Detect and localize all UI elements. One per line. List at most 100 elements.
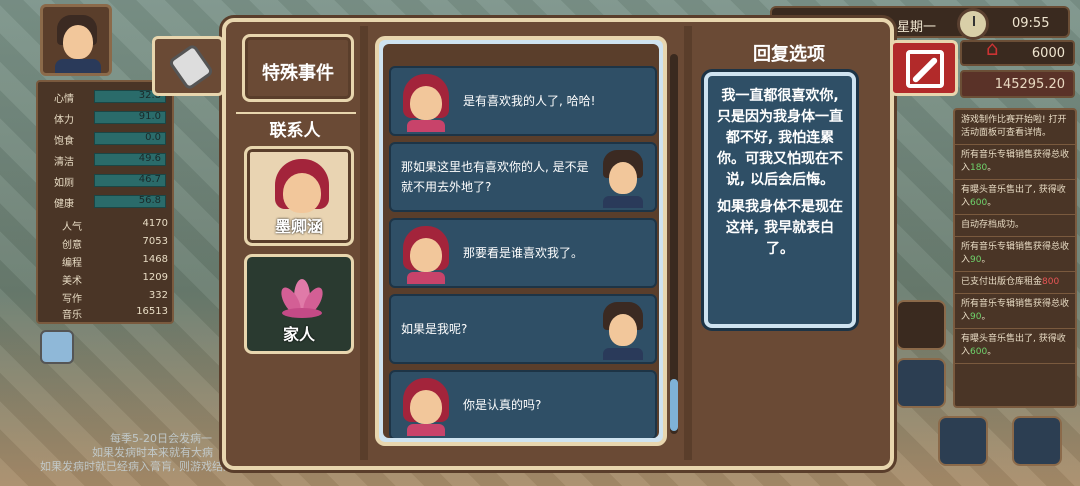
chat-scrollbar-thumb[interactable] (670, 379, 678, 431)
reply-panel: 回复选项 我一直都很喜欢你, 只是因为我身体一直都不好, 我怕连累你。可我又怕现… (696, 30, 882, 458)
log-item: 有曝头音乐售出了, 获得收入600。 (955, 180, 1075, 215)
event-log: 游戏制作比赛开始啦! 打开活动面板可查看详情。 所有音乐专辑销售获得总收入180… (953, 108, 1077, 408)
log-item: 所有音乐专辑销售获得总收入90。 (955, 237, 1075, 272)
money-display: 145295.20 (960, 70, 1075, 98)
log-item: 所有音乐专辑销售获得总收入180。 (955, 145, 1075, 180)
stat-row: 饱食 0.0 (54, 132, 174, 147)
sender-avatar (401, 378, 451, 436)
log-suffix: 。 (981, 255, 991, 265)
log-amount: 90 (970, 312, 982, 322)
attr-label: 音乐 (62, 310, 82, 321)
log-text: 自动存档成功。 (961, 220, 1025, 230)
attr-value: 1209 (142, 272, 168, 283)
attr-row: 人气 4170 (62, 218, 172, 233)
stat-value: 56.8 (138, 195, 161, 206)
message-bubble-incoming: 那要看是谁喜欢我了。 (389, 218, 657, 288)
contact-avatar-face (283, 173, 321, 213)
attr-label: 写作 (62, 294, 82, 305)
message-text: 如果是我呢? (401, 322, 468, 336)
contacts-divider (236, 112, 356, 114)
contact-name: 墨卿涵 (274, 217, 323, 236)
stat-bar: 49.6 (94, 153, 166, 166)
time-label: 09:55 (1012, 16, 1050, 31)
wrench-icon[interactable] (1012, 416, 1062, 466)
player-avatar-small (597, 150, 649, 208)
log-item: 所有音乐专辑销售获得总收入90。 (955, 294, 1075, 329)
log-item: 自动存档成功。 (955, 215, 1075, 237)
special-events-label: 特殊事件 (262, 63, 334, 84)
log-amount: 600 (970, 347, 988, 357)
stat-value: 49.6 (138, 153, 161, 164)
log-suffix: 。 (981, 312, 991, 322)
message-bubble-outgoing: 那如果这里也有喜欢你的人, 是不是就不用去外地了? (389, 142, 657, 212)
avatar-face (63, 25, 93, 59)
log-suffix: 。 (987, 198, 997, 208)
attr-value: 16513 (136, 306, 168, 317)
contact-name: 家人 (282, 325, 315, 344)
message-text: 那如果这里也有喜欢你的人, 是不是就不用去外地了? (401, 160, 589, 194)
attr-value: 1468 (142, 254, 168, 265)
chat-history[interactable]: 是有喜欢我的人了, 哈哈! 那如果这里也有喜欢你的人, 是不是就不用去外地了? … (383, 44, 659, 438)
contacts-heading: 联系人 (269, 121, 321, 141)
stat-label: 体力 (54, 115, 74, 126)
luggage-icon[interactable] (896, 358, 946, 408)
log-item: 有曝头音乐售出了, 获得收入600。 (955, 329, 1075, 364)
message-bubble-incoming: 是有喜欢我的人了, 哈哈! (389, 66, 657, 136)
reply-option-text: 如果我身体不是现在这样, 我早就表白了。 (717, 199, 843, 257)
column-divider (360, 26, 368, 460)
attr-label: 美术 (62, 276, 82, 287)
chat-frame: 是有喜欢我的人了, 哈哈! 那如果这里也有喜欢你的人, 是不是就不用去外地了? … (375, 36, 667, 446)
log-suffix: 。 (987, 163, 997, 173)
lotus-icon (277, 273, 327, 319)
message-bubble-incoming: 你是认真的吗? (389, 370, 657, 438)
clock-icon (957, 8, 989, 40)
column-divider (684, 26, 692, 460)
attr-label: 编程 (62, 258, 82, 269)
attr-value: 332 (148, 290, 168, 301)
message-text: 是有喜欢我的人了, 哈哈! (463, 94, 596, 108)
stat-label: 心情 (54, 94, 74, 105)
message-text: 那要看是谁喜欢我了。 (463, 246, 584, 260)
contact-item-moqinghan[interactable]: 墨卿涵 (244, 146, 354, 246)
close-button[interactable] (890, 40, 958, 96)
stat-value: 46.7 (138, 174, 161, 185)
stat-label: 清洁 (54, 157, 74, 168)
house-value: 6000 (960, 40, 1075, 66)
attr-value: 7053 (142, 236, 168, 247)
reply-option-button[interactable]: 我一直都很喜欢你, 只是因为我身体一直都不好, 我怕连累你。可我又怕现在不说, … (704, 72, 856, 328)
pencil-icon[interactable] (938, 416, 988, 466)
log-amount: 180 (970, 163, 988, 173)
money-label: 145295.20 (994, 77, 1065, 92)
stat-row: 体力 91.0 (54, 111, 174, 126)
attr-row: 写作 332 (62, 290, 172, 305)
phone-tab[interactable] (152, 36, 224, 96)
player-avatar-small (597, 302, 649, 360)
log-item: 游戏制作比赛开始啦! 打开活动面板可查看详情。 (955, 110, 1075, 145)
stat-row: 健康 56.8 (54, 195, 174, 210)
reply-option-text: 我一直都很喜欢你, 只是因为我身体一直都不好, 我怕连累你。可我又怕现在不说, … (717, 88, 843, 188)
attr-value: 4170 (142, 218, 168, 229)
stat-row: 清洁 49.6 (54, 153, 174, 168)
close-icon (906, 50, 944, 88)
watermelon-icon[interactable] (896, 300, 946, 350)
stats-panel: 心情 32.8 体力 91.0 饱食 0.0 清洁 49.6 如厕 46.7 健康 56.8… (36, 80, 174, 324)
log-amount: 600 (970, 198, 988, 208)
attr-row: 创意 7053 (62, 236, 172, 251)
log-item: 已支付出版仓库租金800 (955, 272, 1075, 294)
avatar-body (55, 59, 101, 73)
log-text: 游戏制作比赛开始啦! 打开活动面板可查看详情。 (961, 115, 1067, 138)
stat-label: 饱食 (54, 136, 74, 147)
attr-label: 人气 (62, 222, 82, 233)
message-text: 你是认真的吗? (463, 398, 542, 412)
house-icon[interactable]: ⌂ (986, 36, 999, 60)
attr-row: 美术 1209 (62, 272, 172, 287)
stat-row: 如厕 46.7 (54, 174, 174, 189)
stat-label: 如厕 (54, 178, 74, 189)
special-events-button[interactable]: 特殊事件 (242, 34, 354, 102)
player-avatar[interactable] (40, 4, 112, 76)
contact-item-family[interactable]: 家人 (244, 254, 354, 354)
chat-scrollbar[interactable] (670, 54, 678, 434)
stat-value: 91.0 (138, 111, 161, 122)
weekday-label: 星期一 (897, 20, 937, 35)
thermometer-icon[interactable] (40, 330, 74, 364)
